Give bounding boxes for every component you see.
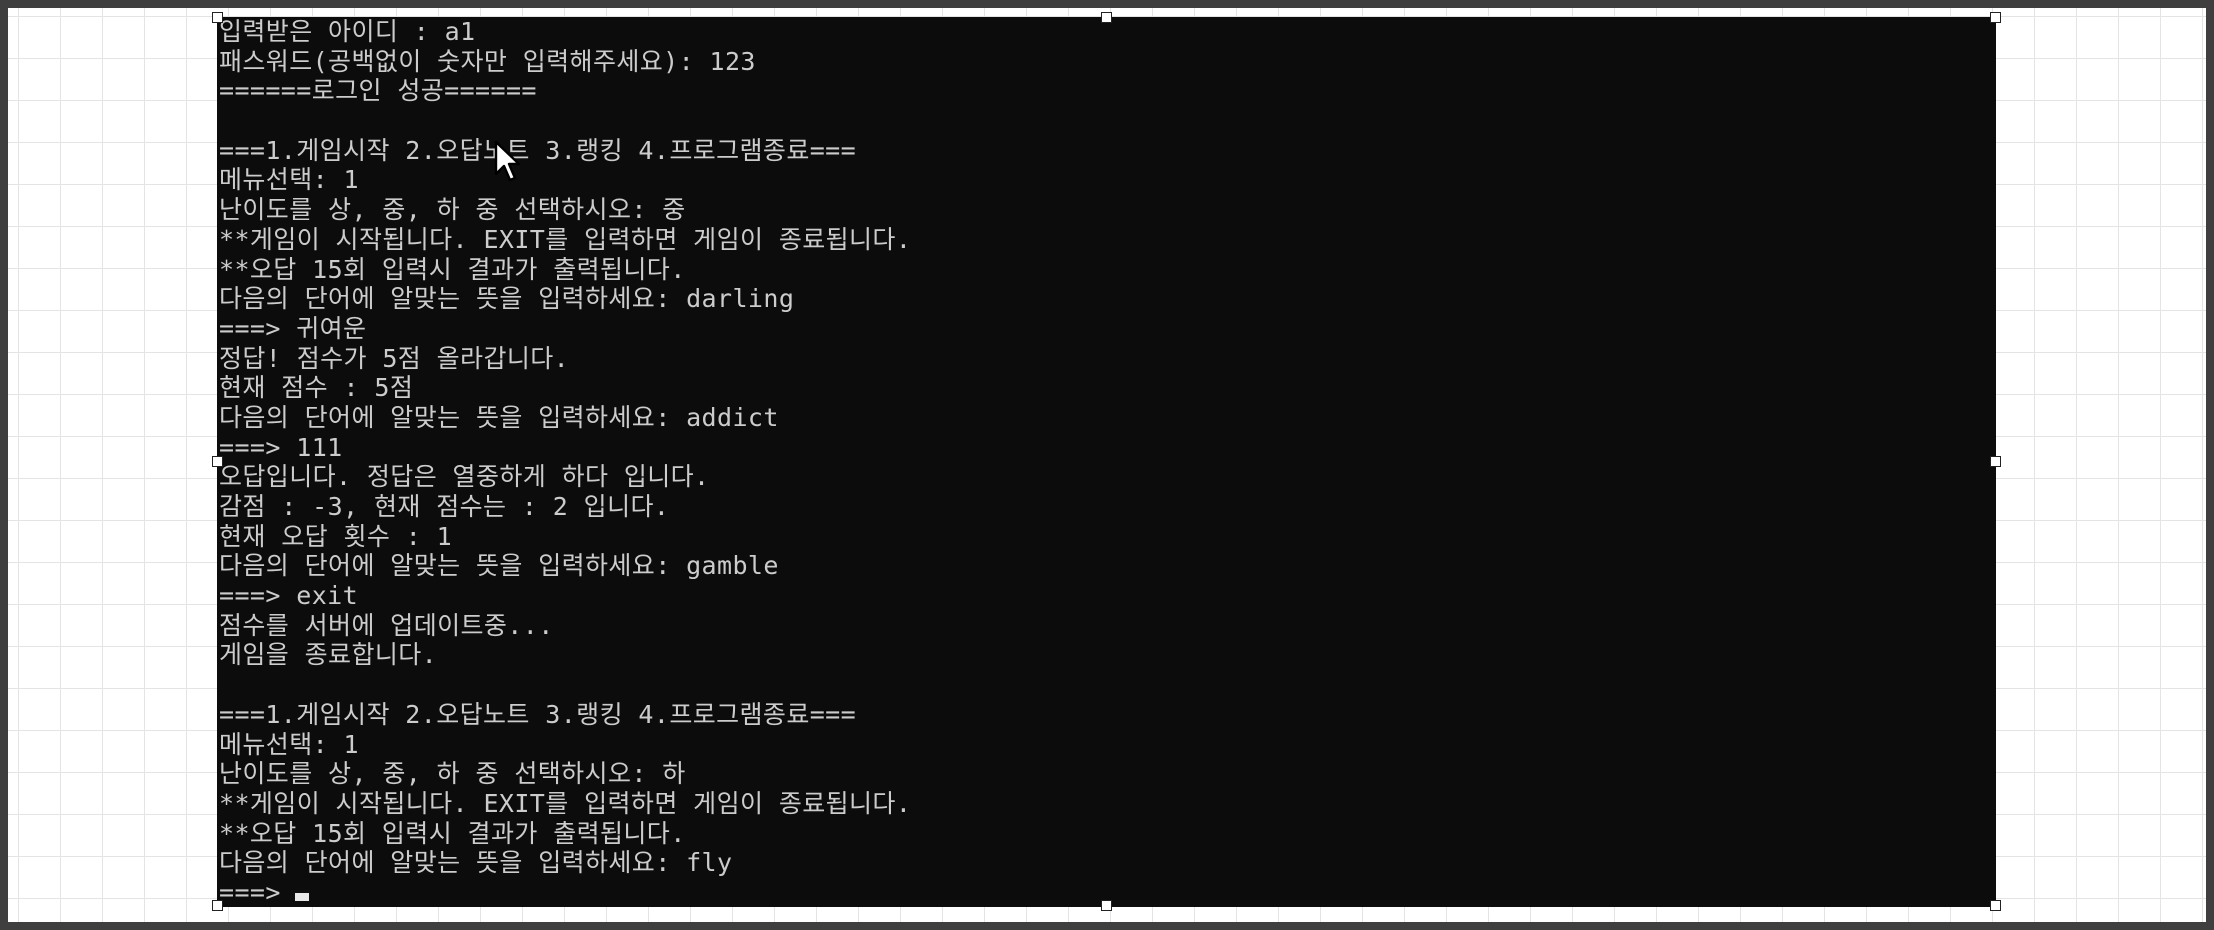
- resize-handle-top-right[interactable]: [1990, 12, 2001, 23]
- console-line: 입력받은 아이디 : a1: [219, 17, 476, 46]
- mouse-pointer-icon: [494, 140, 520, 182]
- console-line: ===1.게임시작 2.오답노트 3.랭킹 4.프로그램종료===: [219, 699, 857, 729]
- console-line: **오답 15회 입력시 결과가 출력됩니다.: [219, 818, 686, 848]
- console-line: **게임이 시작됩니다. EXIT를 입력하면 게임이 종료됩니다.: [219, 224, 912, 254]
- console-line: ===> 귀여운: [219, 313, 367, 343]
- console-line: 다음의 단어에 알맞는 뜻을 입력하세요: fly: [219, 848, 733, 878]
- console-line: 다음의 단어에 알맞는 뜻을 입력하세요: gamble: [219, 551, 779, 581]
- resize-handle-top[interactable]: [1101, 12, 1112, 23]
- console-line: 현재 점수 : 5점: [219, 373, 414, 403]
- console-line: 정답! 점수가 5점 올라갑니다.: [219, 343, 570, 373]
- console-line: 오답입니다. 정답은 열중하게 하다 입니다.: [219, 462, 710, 492]
- resize-handle-bottom-left[interactable]: [212, 900, 223, 911]
- text-cursor-icon: [294, 892, 309, 901]
- console-line: 게임을 종료합니다.: [219, 640, 438, 670]
- console-line: 메뉴선택: 1: [219, 165, 359, 195]
- console-line: **오답 15회 입력시 결과가 출력됩니다.: [219, 254, 686, 284]
- console-line: ======로그인 성공======: [219, 76, 537, 106]
- console-line: 다음의 단어에 알맞는 뜻을 입력하세요: darling: [219, 284, 795, 314]
- console-line: 난이도를 상, 중, 하 중 선택하시오: 하: [219, 759, 686, 789]
- console-line: 난이도를 상, 중, 하 중 선택하시오: 중: [219, 195, 686, 225]
- console-line: 다음의 단어에 알맞는 뜻을 입력하세요: addict: [219, 402, 779, 432]
- console-line: ===> 111: [219, 432, 343, 462]
- resize-handle-right[interactable]: [1990, 456, 2001, 467]
- console-screenshot-image[interactable]: 입력받은 아이디 : a1 패스워드(공백없이 숫자만 입력해주세요): 123…: [217, 17, 1996, 907]
- console-line: ===1.게임시작 2.오답노트 3.랭킹 4.프로그램종료===: [219, 135, 857, 165]
- console-line: **게임이 시작됩니다. EXIT를 입력하면 게임이 종료됩니다.: [219, 788, 912, 818]
- resize-handle-top-left[interactable]: [212, 12, 223, 23]
- console-line: ===> exit: [219, 581, 359, 611]
- console-line: 패스워드(공백없이 숫자만 입력해주세요): 123: [219, 46, 756, 76]
- resize-handle-bottom-right[interactable]: [1990, 900, 2001, 911]
- console-prompt-line: ===>: [219, 878, 911, 907]
- console-line: 점수를 서버에 업데이트중...: [219, 610, 554, 640]
- resize-handle-bottom[interactable]: [1101, 900, 1112, 911]
- console-line: 메뉴선택: 1: [219, 729, 359, 759]
- console-prompt: ===>: [219, 877, 281, 907]
- console-line: 현재 오답 횟수 : 1: [219, 521, 453, 551]
- console-output: 입력받은 아이디 : a1 패스워드(공백없이 숫자만 입력해주세요): 123…: [219, 17, 911, 907]
- console-line: 감점 : -3, 현재 점수는 : 2 입니다.: [219, 492, 670, 521]
- resize-handle-left[interactable]: [212, 456, 223, 467]
